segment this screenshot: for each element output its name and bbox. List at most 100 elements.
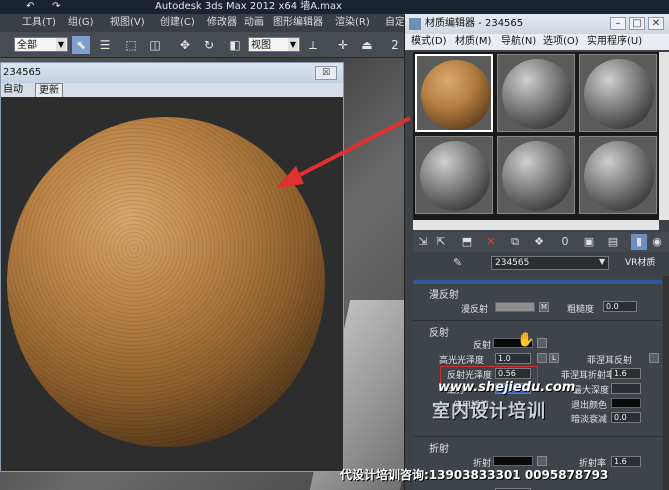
fresnel-label: 菲涅耳反射 [587, 356, 633, 366]
maximize-icon[interactable]: □ [629, 17, 645, 30]
select-by-name-icon[interactable]: ☰ [96, 36, 114, 54]
reflect-section-title: 反射 [429, 328, 449, 339]
reflect-label: 反射 [473, 341, 492, 351]
diffuse-label: 漫反射 [461, 305, 489, 315]
quick-undo-icon[interactable]: ↶ [26, 0, 34, 14]
menu-group[interactable]: 组(G) [68, 14, 94, 32]
refract-map-button[interactable] [537, 456, 547, 466]
roughness-label: 粗糙度 [567, 305, 595, 315]
preview-auto-tab[interactable]: 自动 [3, 83, 23, 97]
refract-color-swatch[interactable] [493, 456, 533, 466]
material-name-bar: ✎ 234565 ▼ VR材质 [413, 254, 669, 272]
diffuse-color-swatch[interactable] [495, 302, 535, 312]
menu-animation[interactable]: 动画 [244, 14, 264, 32]
params-scrollbar[interactable] [663, 276, 669, 490]
copy-material-icon[interactable]: ⧉ [507, 234, 523, 250]
me-menu-options[interactable]: 选项(O) [543, 34, 579, 50]
me-menu-modes[interactable]: 模式(D) [411, 34, 447, 50]
window-crossing-icon[interactable]: ◫ [146, 36, 164, 54]
exit-color-swatch[interactable] [611, 398, 641, 408]
me-menu-material[interactable]: 材质(M) [455, 34, 491, 50]
close-icon[interactable]: ☒ [315, 66, 337, 80]
chevron-down-icon[interactable]: ▼ [599, 257, 605, 266]
sample-slot-1[interactable] [415, 54, 493, 132]
go-to-parent-icon[interactable]: ▮ [631, 234, 647, 250]
menu-tools[interactable]: 工具(T) [22, 14, 56, 32]
reflect-map-button[interactable] [537, 338, 547, 348]
diffuse-section-title: 漫反射 [429, 290, 459, 301]
title-bar: ↶ ↷ Autodesk 3ds Max 2012 x64 墙A.max [0, 0, 669, 14]
slot-sphere [421, 60, 491, 130]
show-map-icon[interactable]: ▣ [581, 234, 597, 250]
scale-icon[interactable]: ◧ [226, 36, 244, 54]
assign-to-selection-icon[interactable]: ⬒ [459, 234, 475, 250]
rotate-icon[interactable]: ↻ [200, 36, 218, 54]
hand-cursor-icon: ✋ [517, 332, 535, 348]
make-unique-icon[interactable]: ❖ [531, 234, 547, 250]
slot-sphere [584, 141, 654, 211]
me-menu-utilities[interactable]: 实用程序(U) [587, 34, 642, 50]
menu-views[interactable]: 视图(V) [110, 14, 145, 32]
material-id-icon[interactable]: 0 [557, 234, 573, 250]
menu-graph-editors[interactable]: 图形编辑器 [273, 14, 323, 32]
close-icon[interactable]: ✕ [648, 17, 664, 30]
sample-slot-2[interactable] [497, 54, 575, 132]
hilight-gloss-label: 高光光泽度 [439, 356, 485, 366]
hilight-gloss-map-button[interactable] [537, 353, 547, 363]
menu-rendering[interactable]: 渲染(R) [335, 14, 370, 32]
arrow-annotation [276, 116, 411, 188]
slot-sphere [502, 59, 572, 129]
fresnel-checkbox[interactable] [649, 353, 659, 363]
material-editor-title: 材质编辑器 - 234565 [425, 18, 524, 29]
roughness-spinner[interactable]: 0.0 [603, 301, 637, 312]
eyedropper-icon[interactable]: ✎ [453, 256, 462, 269]
move-icon[interactable]: ✥ [176, 36, 194, 54]
select-manipulate-icon[interactable]: ✛ [334, 36, 352, 54]
slots-horizontal-scrollbar[interactable] [413, 220, 659, 230]
quick-redo-icon[interactable]: ↷ [52, 0, 60, 14]
selection-set-dropdown[interactable]: 全部 ▼ [14, 37, 68, 52]
show-end-result-icon[interactable]: ▤ [605, 234, 621, 250]
chevron-down-icon: ▼ [288, 38, 298, 51]
reset-icon[interactable]: ✕ [483, 234, 499, 250]
app-root: ↶ ↷ Autodesk 3ds Max 2012 x64 墙A.max 工具(… [0, 0, 669, 490]
diffuse-map-button[interactable]: M [539, 302, 549, 312]
preview-title-bar: 234565 ☒ [1, 63, 343, 83]
material-type-button[interactable]: VR材质 [625, 256, 655, 270]
get-material-icon[interactable]: ⇲ [415, 234, 431, 250]
slot-sphere [420, 141, 490, 211]
material-editor-toolbar: ⇲ ⇱ ⬒ ✕ ⧉ ❖ 0 ▣ ▤ ▮ ◉ [413, 232, 669, 252]
rollout-header [413, 280, 662, 284]
minimize-icon[interactable]: – [610, 17, 626, 30]
reference-coord-dropdown[interactable]: 视图 ▼ [248, 37, 300, 52]
hilight-gloss-spinner[interactable]: 1.0 [495, 353, 531, 364]
sample-slot-4[interactable] [415, 136, 493, 214]
put-to-scene-icon[interactable]: ⇱ [433, 234, 449, 250]
sample-slot-3[interactable] [579, 54, 657, 132]
max-depth-spinner[interactable] [611, 383, 641, 394]
preview-menu: 自动 更新 [1, 83, 343, 99]
me-menu-navigation[interactable]: 导航(N) [501, 34, 536, 50]
material-editor-menu: 模式(D) 材质(M) 导航(N) 选项(O) 实用程序(U) [405, 34, 669, 50]
hilight-lock-button[interactable]: L [549, 353, 559, 363]
material-name-field[interactable]: 234565 [491, 256, 609, 270]
dim-falloff-spinner[interactable]: 0.0 [611, 412, 641, 423]
sample-slot-5[interactable] [497, 136, 575, 214]
app-title: Autodesk 3ds Max 2012 x64 墙A.max [155, 1, 342, 12]
menu-modifiers[interactable]: 修改器 [207, 14, 237, 32]
main-toolbar: 全部 ▼ ⬉ ☰ ⬚ ◫ ✥ ↻ ◧ 视图 ▼ ⟂ ✛ ⏏ 2 [0, 32, 410, 58]
fresnel-ior-spinner[interactable]: 1.6 [611, 368, 641, 379]
snap-toggle-icon[interactable]: 2 [386, 36, 404, 54]
slots-vertical-scrollbar[interactable] [659, 52, 669, 220]
go-forward-icon[interactable]: ◉ [649, 234, 665, 250]
ior-spinner[interactable]: 1.6 [611, 456, 641, 467]
keyboard-shortcut-icon[interactable]: ⏏ [358, 36, 376, 54]
rect-select-icon[interactable]: ⬚ [122, 36, 140, 54]
pivot-icon[interactable]: ⟂ [304, 36, 322, 54]
menu-customize[interactable]: 自定 [385, 14, 405, 32]
menu-create[interactable]: 创建(C) [160, 14, 195, 32]
exit-color-label: 退出颜色 [571, 401, 608, 411]
watermark-url: www.shejiedu.com [438, 380, 576, 395]
select-object-icon[interactable]: ⬉ [72, 36, 90, 54]
sample-slot-6[interactable] [579, 136, 657, 214]
